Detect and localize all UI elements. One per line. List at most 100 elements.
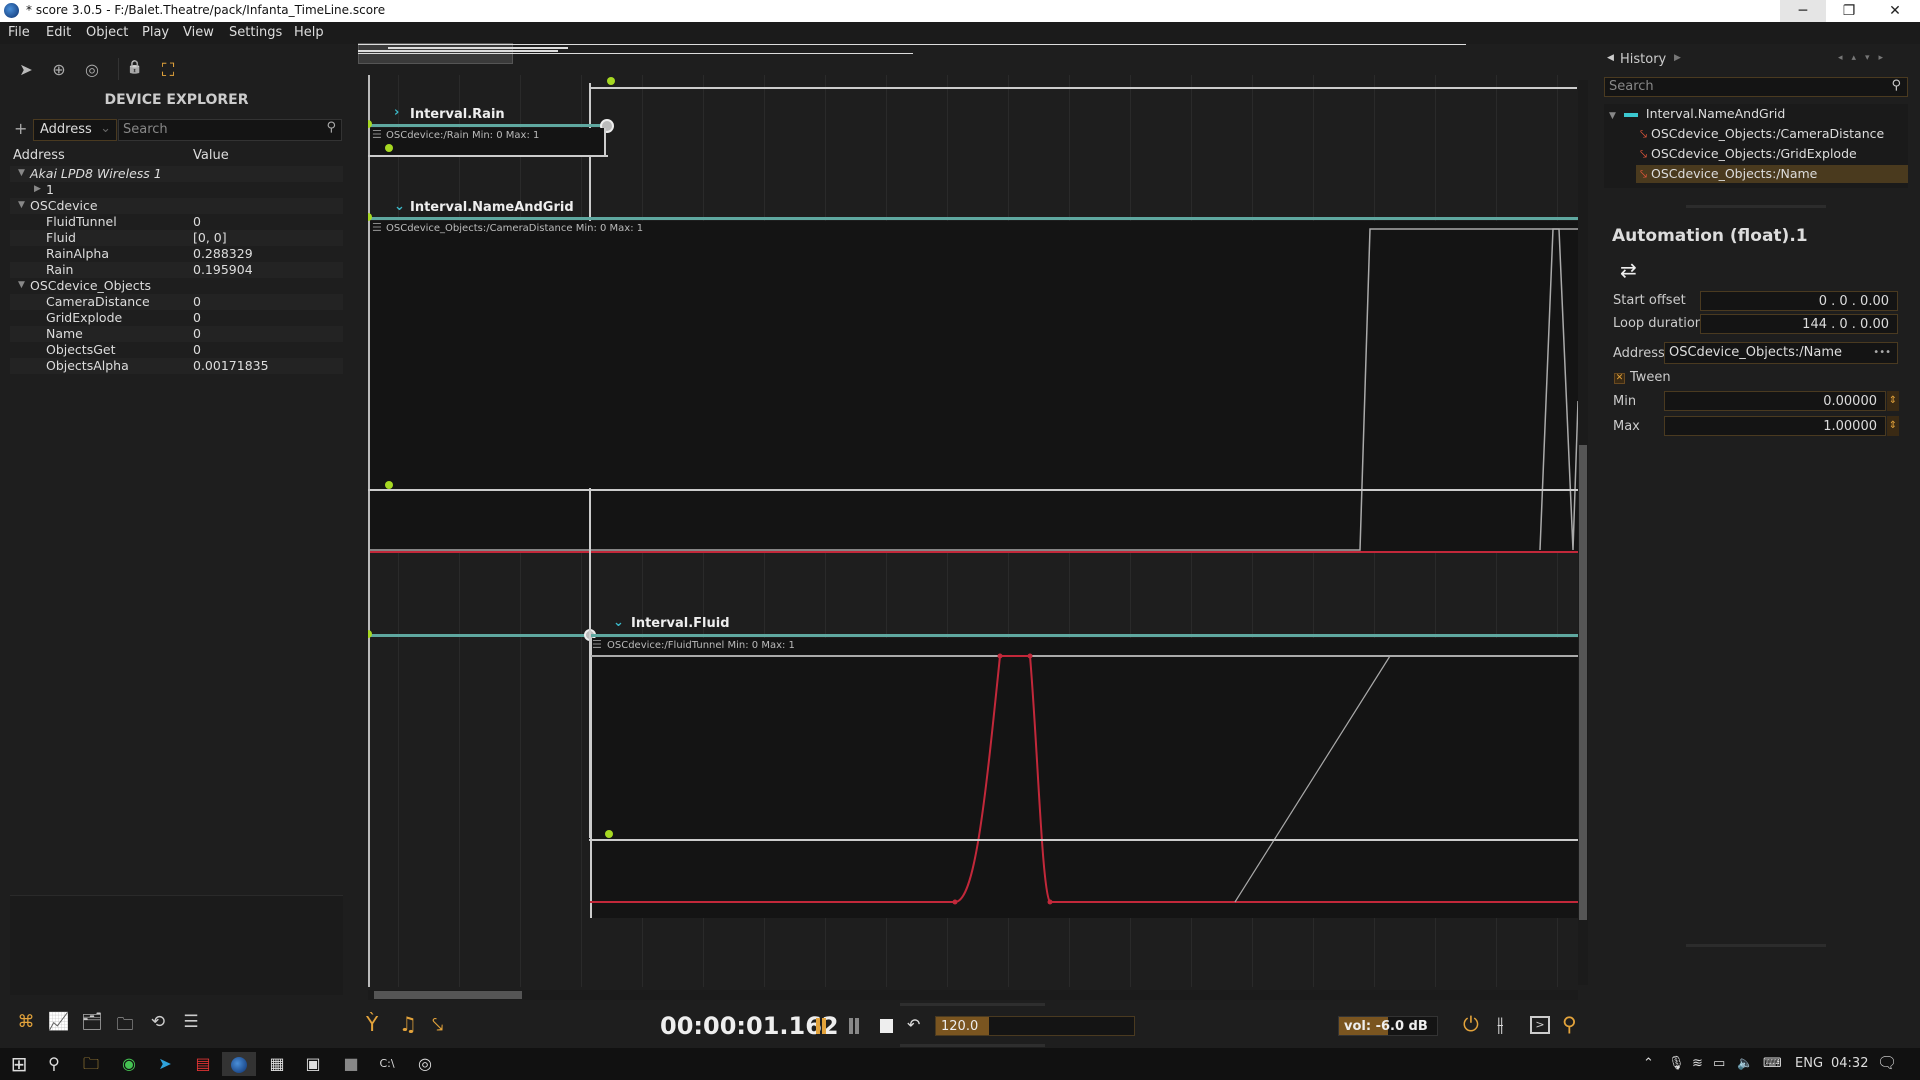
tree-row[interactable]: Rain 0.195904 [10,262,343,278]
minimize-button[interactable]: ─ [1780,0,1826,22]
tween-checkbox[interactable]: ✕ [1614,373,1625,384]
splitter-handle[interactable] [1686,205,1826,208]
automation-tool-icon[interactable]: ⤥ [432,1012,443,1036]
focus-frame-icon[interactable]: ⛶ [158,60,178,81]
file-explorer-icon[interactable]: 🗀 [74,1052,108,1076]
min-input[interactable]: 0.00000 [1664,391,1886,411]
expand-arrow-icon[interactable]: ▼ [18,200,25,210]
add-device-button[interactable]: + [14,119,27,138]
scenario-tool-icon[interactable]: Ỳ [366,1012,378,1036]
address-filter-select[interactable]: Address ⌄ [33,119,117,141]
expand-arrow-icon[interactable]: ▼ [18,168,25,178]
remote-desktop-icon[interactable]: ▣ [296,1052,330,1076]
scenario-view[interactable]: › Interval.Rain ☰ OSCdevice:/Rain Min: 0… [368,75,1578,987]
fluid-tunnel-curve[interactable] [590,652,1578,912]
state-dot[interactable] [607,77,615,85]
whatsapp-icon[interactable]: ◉ [112,1052,146,1076]
history-item[interactable]: ⤥ OSCdevice_Objects:/CameraDistance [1640,125,1884,143]
tree-row[interactable]: CameraDistance 0 [10,294,343,310]
notes-icon[interactable]: ▦ [260,1052,294,1076]
play-pause-button[interactable] [816,1018,820,1034]
state-dot[interactable] [605,830,613,838]
history-next-icon[interactable]: ▶ [1674,53,1681,63]
telegram-icon[interactable]: ➤ [148,1052,182,1076]
windows-start-icon[interactable]: ⊞ [2,1052,36,1076]
min-spinner[interactable]: ⇕ [1887,391,1899,411]
device-explorer-toggle-icon[interactable]: ⌘ [14,1012,38,1034]
state-dot[interactable] [385,144,393,152]
process-menu-icon[interactable]: ☰ [372,128,382,141]
history-item-selected[interactable]: ⤥ OSCdevice_Objects:/Name [1636,165,1908,183]
obs-icon[interactable]: ◎ [408,1052,442,1076]
blank-app-icon[interactable]: ■ [334,1052,368,1076]
volume-icon[interactable]: 🔈 [1737,1056,1753,1071]
splitter-handle[interactable] [1686,944,1826,947]
tree-row[interactable]: ▼ Akai LPD8 Wireless 1 [10,166,343,182]
interval-fluid-line[interactable] [589,634,1578,637]
max-spinner[interactable]: ⇕ [1887,416,1899,436]
keyboard-icon[interactable]: ⌨ [1763,1056,1782,1071]
app-icon[interactable]: ▤ [186,1052,220,1076]
tree-row[interactable]: Fluid [0, 0] [10,230,343,246]
menu-settings[interactable]: Settings [229,25,282,40]
start-offset-input[interactable]: 0 . 0 . 0.00 [1700,291,1898,311]
history-icon[interactable]: ⟲ [146,1012,170,1034]
horizontal-scrollbar-thumb[interactable] [374,991,522,999]
menu-file[interactable]: File [8,25,30,40]
interval-rain-line[interactable] [368,124,608,127]
timesync-3[interactable] [589,488,591,838]
tree-row[interactable]: ObjectsAlpha 0.00171835 [10,358,343,374]
menu-view[interactable]: View [183,25,214,40]
list-icon[interactable]: ☰ [179,1012,203,1034]
history-prev-icon[interactable]: ◀ [1607,53,1614,63]
notifications-icon[interactable]: 🗨 [1877,1053,1897,1072]
tree-row[interactable]: ▼ OSCdevice [10,198,343,214]
camera-distance-curve[interactable] [370,221,1578,556]
console-icon[interactable]: > [1530,1016,1550,1034]
history-title[interactable]: History [1620,52,1666,67]
tree-row[interactable]: ▶ 1 [10,182,343,198]
history-item[interactable]: ▼ Interval.NameAndGrid [1609,105,1785,123]
tree-row[interactable]: GridExplode 0 [10,310,343,326]
expand-icon[interactable]: › [394,105,399,120]
history-item[interactable]: ⤥ OSCdevice_Objects:/GridExplode [1640,145,1857,163]
battery-icon[interactable]: ▭ [1713,1056,1725,1071]
play-cursor-icon[interactable]: ◎ [82,60,102,80]
clock[interactable]: 04:32 [1831,1056,1868,1071]
pause-button[interactable] [849,1018,853,1034]
interval-nameandgrid-line[interactable] [368,217,1578,220]
expand-arrow-icon[interactable]: ▼ [18,280,25,290]
menu-edit[interactable]: Edit [46,25,71,40]
column-header-value[interactable]: Value [193,148,229,163]
address-input[interactable]: OSCdevice_Objects:/Name ••• [1664,342,1898,364]
vertical-scrollbar-thumb[interactable] [1579,445,1587,920]
interval-fluid-label[interactable]: Interval.Fluid [631,616,730,631]
chart-icon[interactable]: 📈 [47,1012,71,1034]
folder-icon[interactable]: 🗀 [113,1012,137,1035]
loop-duration-input[interactable]: 144 . 0 . 0.00 [1700,314,1898,334]
close-button[interactable]: ✕ [1872,0,1918,22]
max-input[interactable]: 1.00000 [1664,416,1886,436]
terminal-icon[interactable]: C:\ [370,1052,404,1076]
dock-arrows-icon[interactable]: ◂▴▾▸ [1838,53,1892,63]
history-search-input[interactable]: Search ⚲ [1604,77,1908,97]
tempo-slider[interactable]: 120.0 [935,1016,1135,1036]
tree-row[interactable]: Name 0 [10,326,343,342]
tree-row[interactable]: FluidTunnel 0 [10,214,343,230]
menu-play[interactable]: Play [142,25,169,40]
tree-row[interactable]: ObjectsGet 0 [10,342,343,358]
menu-help[interactable]: Help [294,25,324,40]
collapse-arrow-icon[interactable]: ▶ [34,184,41,194]
pointer-tool-icon[interactable]: ➤ [16,60,36,80]
interval-nameandgrid-label[interactable]: Interval.NameAndGrid [410,200,574,215]
collapse-icon[interactable]: ⌄ [613,615,624,630]
wifi-icon[interactable]: ≋ [1692,1056,1703,1071]
stop-button[interactable] [880,1019,893,1033]
process-menu-icon[interactable]: ☰ [592,638,602,651]
interval-line[interactable] [368,634,589,637]
address-browse-button[interactable]: ••• [1873,344,1891,361]
search-icon[interactable]: ⚲ [1562,1012,1577,1036]
volume-slider[interactable]: vol: -6.0 dB [1338,1016,1438,1036]
restore-button[interactable]: ❐ [1826,0,1872,22]
mixer-icon[interactable]: ⫲ [1497,1012,1503,1036]
